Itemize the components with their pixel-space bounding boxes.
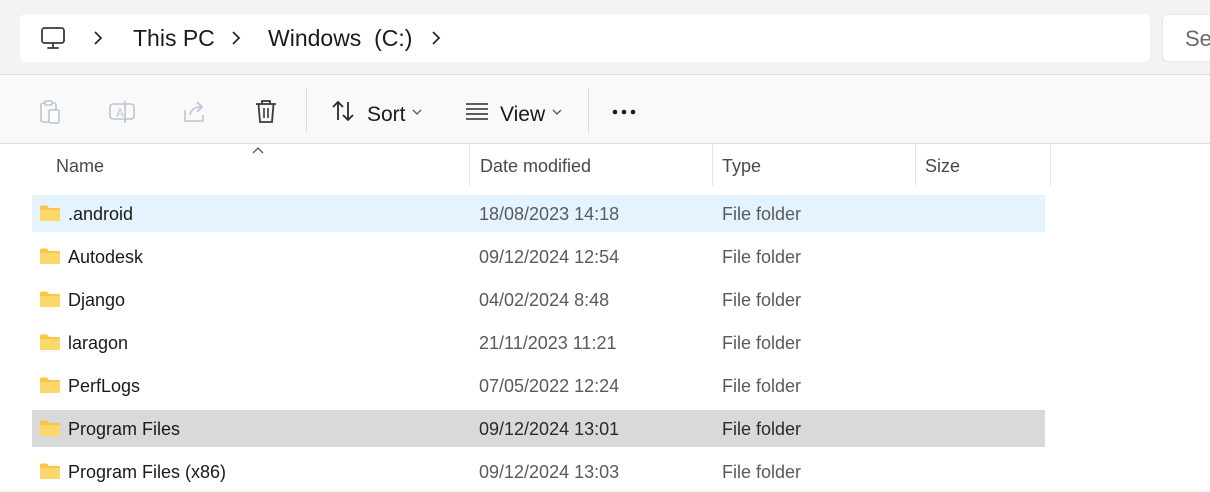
file-type: File folder bbox=[722, 376, 802, 396]
table-row[interactable]: Autodesk 09/12/2024 12:54 File folder bbox=[32, 238, 1045, 275]
view-list-icon bbox=[466, 103, 488, 120]
folder-icon bbox=[40, 291, 60, 307]
file-type: File folder bbox=[722, 204, 802, 224]
address-bar-area: This PC Windows (C:) Search bbox=[0, 0, 1210, 74]
breadcrumb-windows-c[interactable]: Windows (C:) bbox=[268, 14, 412, 62]
search-placeholder: Search bbox=[1185, 26, 1210, 51]
toolbar-separator bbox=[588, 87, 589, 133]
folder-icon bbox=[40, 377, 60, 393]
table-row[interactable]: Program Files 09/12/2024 13:01 File fold… bbox=[32, 410, 1045, 447]
breadcrumb-this-pc[interactable]: This PC bbox=[133, 14, 215, 62]
column-header-date-modified[interactable]: Date modified bbox=[480, 144, 591, 186]
column-header-size[interactable]: Size bbox=[925, 144, 960, 186]
command-bar: A Sort View bbox=[0, 74, 1210, 144]
file-date: 09/12/2024 13:01 bbox=[479, 419, 620, 439]
folder-icon bbox=[40, 205, 60, 221]
table-row[interactable]: Program Files (x86) 09/12/2024 13:03 Fil… bbox=[32, 453, 1045, 490]
column-divider[interactable] bbox=[469, 144, 470, 186]
file-date: 21/11/2023 11:21 bbox=[479, 333, 617, 353]
file-list: Name Date modified Type Size .android 18… bbox=[0, 144, 1210, 490]
sort-ascending-icon bbox=[252, 147, 264, 154]
file-type: File folder bbox=[722, 290, 802, 310]
chevron-right-icon[interactable] bbox=[86, 26, 110, 50]
view-button[interactable]: View bbox=[462, 86, 568, 134]
share-icon[interactable] bbox=[181, 98, 209, 126]
sort-label: Sort bbox=[367, 103, 406, 126]
search-input[interactable]: Search bbox=[1162, 14, 1210, 62]
toolbar-separator bbox=[306, 87, 307, 133]
file-name: PerfLogs bbox=[68, 376, 141, 396]
file-type: File folder bbox=[722, 333, 802, 353]
folder-icon bbox=[40, 248, 60, 264]
file-name: Autodesk bbox=[68, 247, 144, 267]
column-header-type[interactable]: Type bbox=[722, 144, 761, 186]
file-date: 07/05/2022 12:24 bbox=[479, 376, 620, 396]
folder-icon bbox=[40, 334, 60, 350]
column-divider[interactable] bbox=[712, 144, 713, 186]
file-type: File folder bbox=[722, 419, 802, 439]
file-date: 09/12/2024 12:54 bbox=[479, 247, 620, 267]
chevron-down-icon bbox=[412, 109, 422, 115]
file-name: Django bbox=[68, 290, 126, 310]
address-bar[interactable]: This PC Windows (C:) bbox=[20, 14, 1150, 62]
file-date: 04/02/2024 8:48 bbox=[479, 290, 610, 310]
chevron-down-icon bbox=[552, 109, 562, 115]
table-row[interactable]: Django 04/02/2024 8:48 File folder bbox=[32, 281, 1045, 318]
paste-icon[interactable] bbox=[36, 98, 64, 126]
more-options-icon[interactable] bbox=[608, 99, 640, 125]
column-header-name[interactable]: Name bbox=[56, 144, 104, 186]
file-name: laragon bbox=[68, 333, 129, 353]
file-type: File folder bbox=[722, 247, 802, 267]
computer-icon[interactable] bbox=[40, 25, 66, 51]
view-label: View bbox=[500, 103, 546, 126]
chevron-right-icon[interactable] bbox=[424, 26, 448, 50]
folder-icon bbox=[40, 463, 60, 479]
sort-icon bbox=[332, 100, 354, 122]
delete-icon[interactable] bbox=[252, 97, 280, 125]
table-row[interactable]: .android 18/08/2023 14:18 File folder bbox=[32, 195, 1045, 232]
file-name: Program Files (x86) bbox=[68, 462, 227, 482]
column-divider[interactable] bbox=[1050, 144, 1051, 186]
chevron-right-icon[interactable] bbox=[224, 26, 248, 50]
file-name: Program Files bbox=[68, 419, 181, 439]
file-type: File folder bbox=[722, 462, 802, 482]
sort-button[interactable]: Sort bbox=[326, 86, 426, 134]
file-name: .android bbox=[68, 204, 134, 224]
table-row[interactable]: laragon 21/11/2023 11:21 File folder bbox=[32, 324, 1045, 361]
svg-text:A: A bbox=[116, 106, 124, 120]
table-row[interactable]: PerfLogs 07/05/2022 12:24 File folder bbox=[32, 367, 1045, 404]
folder-icon bbox=[40, 420, 60, 436]
file-date: 09/12/2024 13:03 bbox=[479, 462, 620, 482]
column-divider[interactable] bbox=[915, 144, 916, 186]
rename-icon[interactable]: A bbox=[108, 98, 136, 126]
file-date: 18/08/2023 14:18 bbox=[479, 204, 620, 224]
